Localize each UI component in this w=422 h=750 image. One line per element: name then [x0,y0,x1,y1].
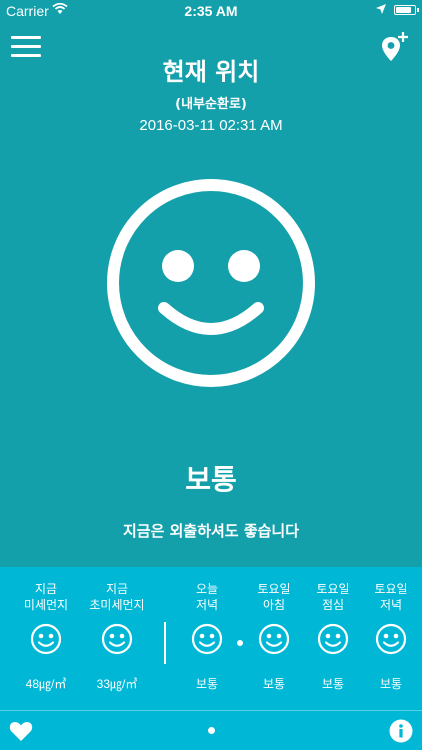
forecast-status: 보통 [195,677,219,691]
app-screen: Carrier 2:35 AM 현재 위치 (내부순환로) 2016-03-11… [0,0,422,750]
panel-divider [164,622,166,664]
page-indicator-dot [208,727,215,734]
smiley-icon [30,623,62,655]
column-label: 저녁 [195,598,219,612]
column-label: 미세먼지 [23,598,69,612]
smiley-icon [191,623,223,655]
measurement-datetime: 2016-03-11 02:31 AM [139,117,283,134]
status-time: 2:35 AM [184,3,238,19]
forecast-status: 보통 [379,677,403,691]
smiley-icon [258,623,290,655]
bottom-bar [0,710,422,750]
column-label: 초미세먼지 [89,598,145,612]
location-arrow-icon [376,4,386,14]
air-quality-status: 보통 [185,463,237,496]
page-title: 현재 위치 [162,58,260,86]
smiley-icon [101,623,133,655]
info-icon[interactable] [389,719,413,743]
measurement-panel: 지금 미세먼지 48㎍/㎥ 지금 초미세먼지 33㎍/㎥ 오늘 저녁 보통 토요… [0,567,422,710]
battery-fill [396,7,412,13]
smiley-icon [317,623,349,655]
advice-text: 지금은 외출하셔도 좋습니다 [122,522,300,540]
column-label: 저녁 [379,598,403,612]
battery-icon [394,5,419,15]
status-bar: Carrier 2:35 AM [0,0,422,22]
separator-dot [237,640,243,646]
column-label: 오늘 [195,582,219,596]
smiley-icon [107,179,315,387]
heart-icon[interactable] [9,720,33,742]
pm10-value: 48㎍/㎥ [25,677,67,691]
column-label: 토요일 [374,582,408,596]
location-subtitle: (내부순환로) [175,97,247,112]
column-label: 지금 [34,582,58,596]
column-label: 지금 [105,582,129,596]
smiley-icon [375,623,407,655]
pm25-value: 33㎍/㎥ [96,677,138,691]
